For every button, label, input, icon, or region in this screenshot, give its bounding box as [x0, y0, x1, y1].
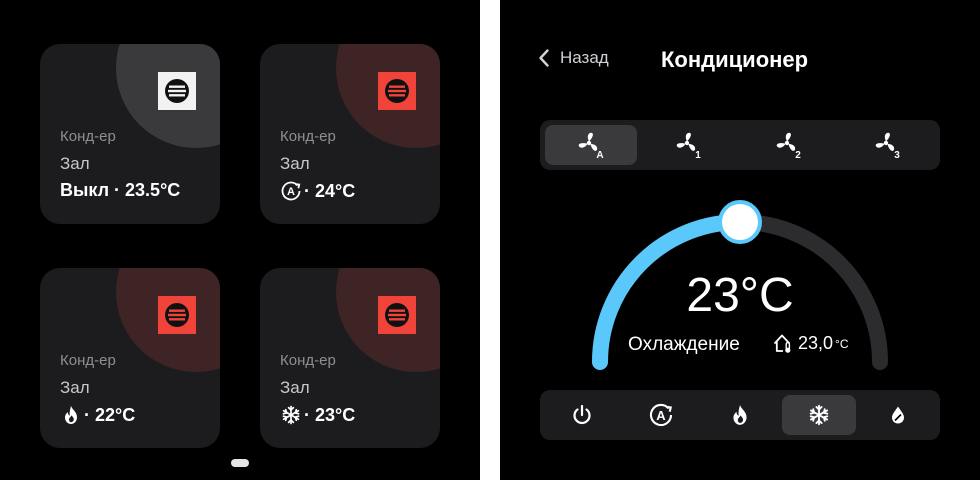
card-device-type: Конд-ер: [280, 128, 336, 145]
card-device-type: Конд-ер: [280, 352, 336, 369]
snowflake-icon: [809, 404, 829, 426]
mode-heat-option[interactable]: [703, 395, 777, 435]
auto-mode-icon: A: [649, 403, 673, 427]
card-room: Зал: [280, 154, 310, 173]
card-device-type: Конд-ер: [60, 128, 116, 145]
card-status: Выкл · 23.5°C: [60, 180, 181, 200]
dial-knob[interactable]: [718, 200, 762, 244]
target-temperature: 23°C: [686, 269, 794, 322]
current-mode-label: Охлаждение: [628, 334, 740, 355]
ac-detail-panel: Назад Кондиционер A 1 2 3 23°C Охлаждени…: [500, 0, 980, 480]
card-room: Зал: [60, 378, 90, 397]
ac-card-4[interactable]: Конд-ер Зал · 23°C: [260, 268, 440, 448]
svg-text:A: A: [656, 408, 666, 423]
ac-card-3[interactable]: Конд-ер Зал · 22°C: [40, 268, 220, 448]
indoor-temperature: 23,0 °C: [772, 332, 849, 354]
ac-card-2[interactable]: Конд-ер Зал A · 24°C: [260, 44, 440, 224]
home-thermometer-icon: [773, 334, 791, 353]
mode-dry-option[interactable]: [861, 395, 935, 435]
card-status: · 24°C: [304, 180, 356, 201]
page-indicator[interactable]: [231, 459, 249, 467]
mode-auto-option[interactable]: A: [624, 395, 698, 435]
power-button[interactable]: [545, 395, 619, 435]
ac-card-1[interactable]: Конд-ер Зал Выкл · 23.5°C: [40, 44, 220, 224]
card-room: Зал: [60, 154, 90, 173]
snowflake-icon: [280, 404, 302, 426]
auto-mode-icon: A: [280, 180, 302, 202]
dry-mode-icon: [892, 406, 904, 424]
card-status: · 22°C: [84, 404, 136, 425]
ac-unit-icon: [158, 296, 196, 334]
devices-panel: Конд-ер Зал Выкл · 23.5°C Конд-ер Зал A …: [0, 0, 480, 480]
mode-cool-option[interactable]: [782, 395, 856, 435]
mode-selector: A: [540, 390, 940, 440]
indoor-temp-value: 23,0: [798, 332, 834, 353]
card-device-type: Конд-ер: [60, 352, 116, 369]
flame-icon: [60, 404, 82, 426]
indoor-temp-unit: °C: [835, 337, 849, 351]
card-room: Зал: [280, 378, 310, 397]
ac-unit-icon: [378, 296, 416, 334]
card-status: · 23°C: [304, 404, 356, 425]
svg-text:A: A: [287, 186, 295, 198]
flame-icon: [733, 405, 747, 425]
power-icon: [573, 404, 591, 425]
ac-unit-icon: [378, 72, 416, 110]
ac-unit-icon: [158, 72, 196, 110]
